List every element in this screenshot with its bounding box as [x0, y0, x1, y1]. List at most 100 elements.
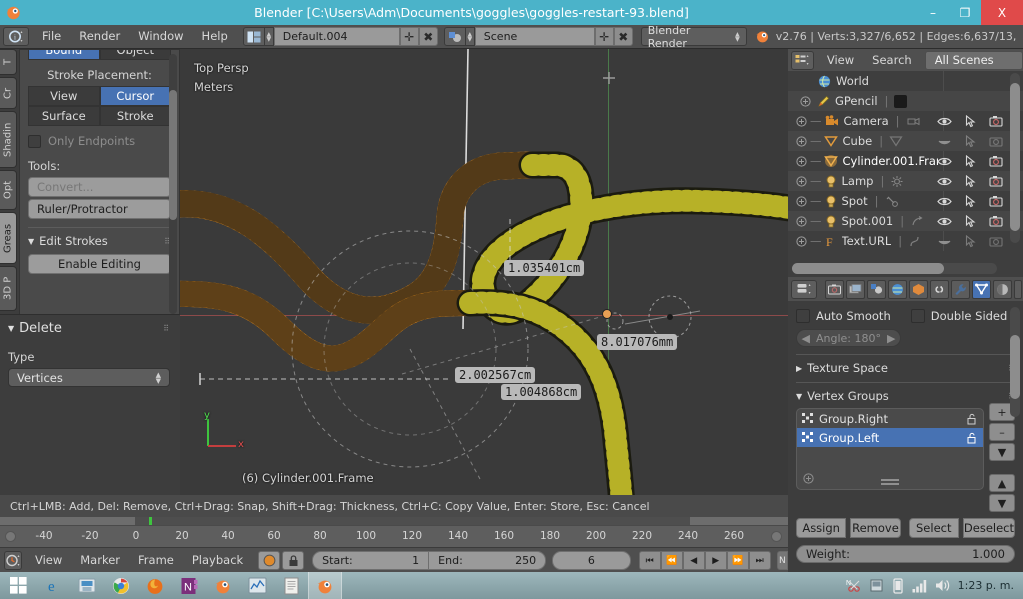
battery-icon[interactable]	[870, 578, 885, 593]
remove-vertex-group-button[interactable]: –	[989, 423, 1015, 441]
remove-button[interactable]: Remove	[850, 518, 901, 538]
properties-tab-render[interactable]	[825, 279, 844, 299]
weight-field[interactable]: Weight: 1.000	[796, 545, 1015, 563]
properties-editor-type-icon[interactable]	[791, 279, 817, 299]
outliner-scene-filter[interactable]: All Scenes	[924, 50, 1023, 70]
outliner-menu-search[interactable]: Search	[863, 51, 921, 70]
render-camera-icon[interactable]	[989, 155, 1003, 167]
timeline-editor-type-icon[interactable]	[4, 551, 22, 570]
cursor-arrow-icon[interactable]	[965, 114, 976, 128]
outliner-hscroll-thumb[interactable]	[792, 263, 944, 274]
enable-editing-button[interactable]: Enable Editing	[28, 254, 171, 274]
placement-cursor-button[interactable]: Cursor	[99, 86, 171, 106]
menu-render[interactable]: Render	[70, 27, 129, 46]
unlock-icon[interactable]	[966, 432, 978, 444]
outliner-vertical-scrollbar[interactable]	[1010, 73, 1020, 243]
signal-icon[interactable]	[912, 579, 928, 593]
cursor-arrow-icon[interactable]	[965, 134, 976, 148]
onenote-icon[interactable]: N	[172, 572, 206, 599]
tool-shelf-scroll-thumb[interactable]	[169, 90, 177, 220]
chrome-icon[interactable]	[104, 572, 138, 599]
next-cut-off-button[interactable]: N	[776, 551, 788, 570]
cursor-arrow-icon[interactable]	[965, 194, 976, 208]
notepad-icon[interactable]	[274, 572, 308, 599]
outliner-item-lamp[interactable]: — Lamp |	[788, 171, 1023, 191]
timeline-editor[interactable]: -40 -20 0 20 40 60 80 100 120 140 160 18…	[0, 517, 788, 547]
cursor-arrow-icon[interactable]	[965, 214, 976, 228]
vertex-groups-list[interactable]: Group.Right Group.Left	[796, 408, 984, 490]
tool-shelf-scrollbar[interactable]	[169, 54, 177, 314]
taskbar-clock[interactable]: 1:23 p. m.	[958, 579, 1014, 592]
monitor-icon[interactable]	[240, 572, 274, 599]
expand-icon[interactable]	[796, 115, 807, 127]
timeline-menu-view[interactable]: View	[26, 551, 71, 570]
list-resize-grip[interactable]	[881, 479, 899, 481]
properties-tab-material[interactable]	[993, 279, 1012, 299]
select-button[interactable]: Select	[908, 518, 959, 538]
outliner-editor[interactable]: View Search All Scenes World GPencil | —…	[788, 49, 1023, 277]
add-filter-icon[interactable]	[803, 473, 814, 484]
outliner-item-camera[interactable]: — Camera |	[788, 111, 1023, 131]
add-screen-layout-icon[interactable]: ✛	[399, 27, 419, 46]
edit-strokes-section-header[interactable]: ▼ Edit Strokes ⠿	[28, 227, 171, 248]
delete-screen-layout-icon[interactable]: ✖	[418, 27, 438, 46]
vertex-group-item-right[interactable]: Group.Right	[797, 409, 983, 428]
render-camera-icon[interactable]	[989, 235, 1003, 247]
render-camera-icon[interactable]	[989, 115, 1003, 127]
expand-icon[interactable]	[796, 195, 807, 207]
properties-tab-scene[interactable]	[867, 279, 886, 299]
current-frame-field[interactable]: 6	[552, 551, 631, 570]
properties-tab-texture[interactable]	[1014, 279, 1022, 299]
screen-layout-icon[interactable]	[242, 27, 265, 46]
outliner-item-world[interactable]: World	[788, 71, 1023, 91]
convert-button[interactable]: Convert...	[28, 177, 171, 197]
scene-spinner[interactable]: ▲ ▼	[465, 27, 475, 46]
outliner-editor-type-icon[interactable]	[791, 50, 814, 70]
cursor-arrow-icon[interactable]	[965, 234, 976, 248]
timeline-menu-frame[interactable]: Frame	[129, 551, 183, 570]
play-button[interactable]: ▶	[704, 551, 727, 570]
properties-tab-render-layers[interactable]	[846, 279, 865, 299]
timeline-range-left[interactable]	[0, 517, 135, 525]
deselect-button[interactable]: Deselect	[962, 518, 1015, 538]
properties-scroll-thumb[interactable]	[1010, 335, 1020, 399]
screen-layout-name[interactable]: Default.004	[273, 27, 400, 46]
start-icon[interactable]	[0, 572, 36, 599]
explorer-icon[interactable]	[70, 572, 104, 599]
play-reverse-button[interactable]: ◀	[682, 551, 705, 570]
next-keyframe-button[interactable]: ⏩	[726, 551, 749, 570]
properties-scrollbar[interactable]	[1010, 307, 1020, 417]
lock-icon[interactable]	[282, 551, 305, 570]
tab-tools[interactable]: T	[0, 49, 17, 75]
outliner-item-gpencil[interactable]: GPencil |	[788, 91, 1023, 111]
expand-icon[interactable]	[796, 155, 807, 167]
placement-view-button[interactable]: View	[28, 86, 100, 106]
only-endpoints-checkbox[interactable]	[28, 134, 41, 148]
end-frame-field[interactable]: End: 250	[429, 551, 547, 570]
bound-button[interactable]: Bound	[28, 50, 100, 60]
tab-3d-print[interactable]: 3D P	[0, 266, 17, 311]
blender-taskbar-icon[interactable]	[206, 572, 240, 599]
add-scene-icon[interactable]: ✛	[594, 27, 614, 46]
outliner-item-text-url[interactable]: — F Text.URL |	[788, 231, 1023, 251]
properties-tab-constraints[interactable]	[930, 279, 949, 299]
outliner-horizontal-scrollbar[interactable]	[792, 263, 997, 274]
eye-icon[interactable]	[937, 116, 952, 127]
object-button[interactable]: Object	[99, 50, 171, 60]
tab-create[interactable]: Cr	[0, 77, 17, 109]
properties-tab-world[interactable]	[888, 279, 907, 299]
power-icon[interactable]	[892, 577, 905, 594]
assign-button[interactable]: Assign	[796, 518, 847, 538]
jump-start-button[interactable]: ⏮	[638, 551, 661, 570]
render-camera-icon[interactable]	[989, 175, 1003, 187]
ruler-protractor-button[interactable]: Ruler/Protractor	[28, 199, 171, 219]
timeline-overview-bar[interactable]	[0, 517, 788, 525]
tab-shading[interactable]: Shadin	[0, 111, 17, 168]
expand-icon[interactable]	[796, 135, 807, 147]
timeline-scroll-left-handle[interactable]	[5, 531, 16, 542]
expand-icon[interactable]	[796, 215, 807, 227]
unlock-icon[interactable]	[966, 413, 978, 425]
eye-icon[interactable]	[937, 196, 952, 207]
outliner-item-cylinder-frame[interactable]: — Cylinder.001.Frame	[788, 151, 1023, 171]
jump-end-button[interactable]: ⏭	[748, 551, 771, 570]
